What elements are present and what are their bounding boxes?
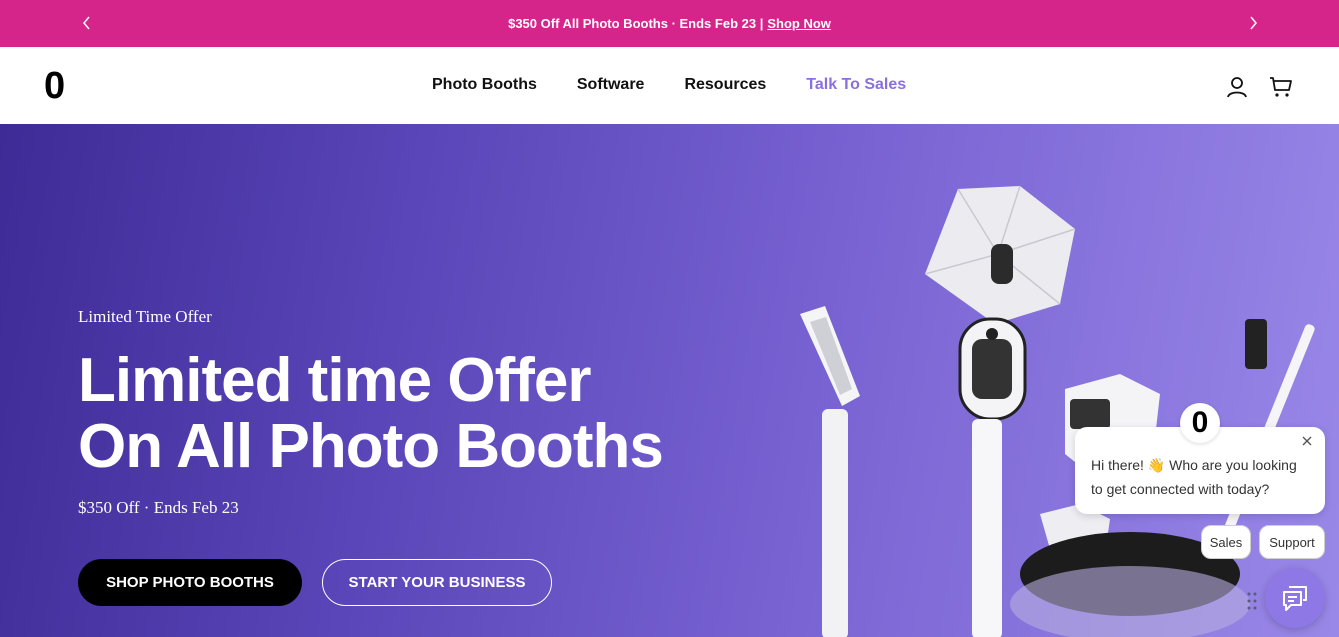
chat-icon (1283, 586, 1307, 611)
hero-eyebrow: Limited Time Offer (78, 307, 212, 326)
cart-icon (1270, 77, 1292, 97)
site-logo[interactable]: 0 (44, 67, 74, 105)
booth-left-illustration (800, 306, 860, 637)
chat-drag-handle[interactable] (1246, 590, 1258, 612)
nav-resources[interactable]: Resources (684, 76, 766, 94)
chat-close-button[interactable] (1299, 433, 1315, 449)
site-header: 0 Photo Booths Software Resources Talk T… (0, 47, 1339, 124)
announcement-bar: $350 Off All Photo Booths · Ends Feb 23 … (0, 0, 1339, 47)
drag-handle-icon (1247, 592, 1257, 610)
hero-headline-line2: On All Photo Booths (78, 412, 664, 481)
close-icon (1302, 436, 1312, 446)
chevron-left-icon (83, 16, 90, 30)
chat-message: Hi there! 👋 Who are you looking to get c… (1091, 457, 1297, 497)
next-announcement-button[interactable] (1242, 12, 1264, 34)
shop-photo-booths-button[interactable]: SHOP PHOTO BOOTHS (78, 559, 302, 606)
cart-button[interactable] (1269, 75, 1293, 99)
main-nav: Photo Booths Software Resources Talk To … (432, 76, 906, 94)
photo-booths-image (800, 185, 1315, 637)
prev-announcement-button[interactable] (76, 12, 98, 34)
hero-headline-line1: Limited time Offer (78, 346, 592, 415)
nav-software[interactable]: Software (577, 76, 645, 94)
chat-launcher-button[interactable] (1265, 568, 1325, 628)
chat-avatar: 0 (1180, 403, 1220, 443)
hero-headline: Limited time Offer On All Photo Booths (78, 348, 718, 480)
start-your-business-button[interactable]: START YOUR BUSINESS (322, 559, 552, 606)
announcement-text: $350 Off All Photo Booths · Ends Feb 23 … (508, 16, 764, 31)
nav-photo-booths[interactable]: Photo Booths (432, 76, 537, 94)
user-icon (1227, 77, 1247, 98)
shop-now-link[interactable]: Shop Now (767, 16, 831, 31)
hero-section: Limited Time Offer Limited time Offer On… (0, 124, 1339, 637)
chat-option-sales[interactable]: Sales (1201, 525, 1251, 559)
nav-talk-to-sales[interactable]: Talk To Sales (806, 76, 906, 94)
hero-subline: $350 Off · Ends Feb 23 (78, 498, 239, 517)
account-button[interactable] (1225, 75, 1249, 99)
chat-option-support[interactable]: Support (1259, 525, 1325, 559)
chevron-right-icon (1250, 16, 1257, 30)
